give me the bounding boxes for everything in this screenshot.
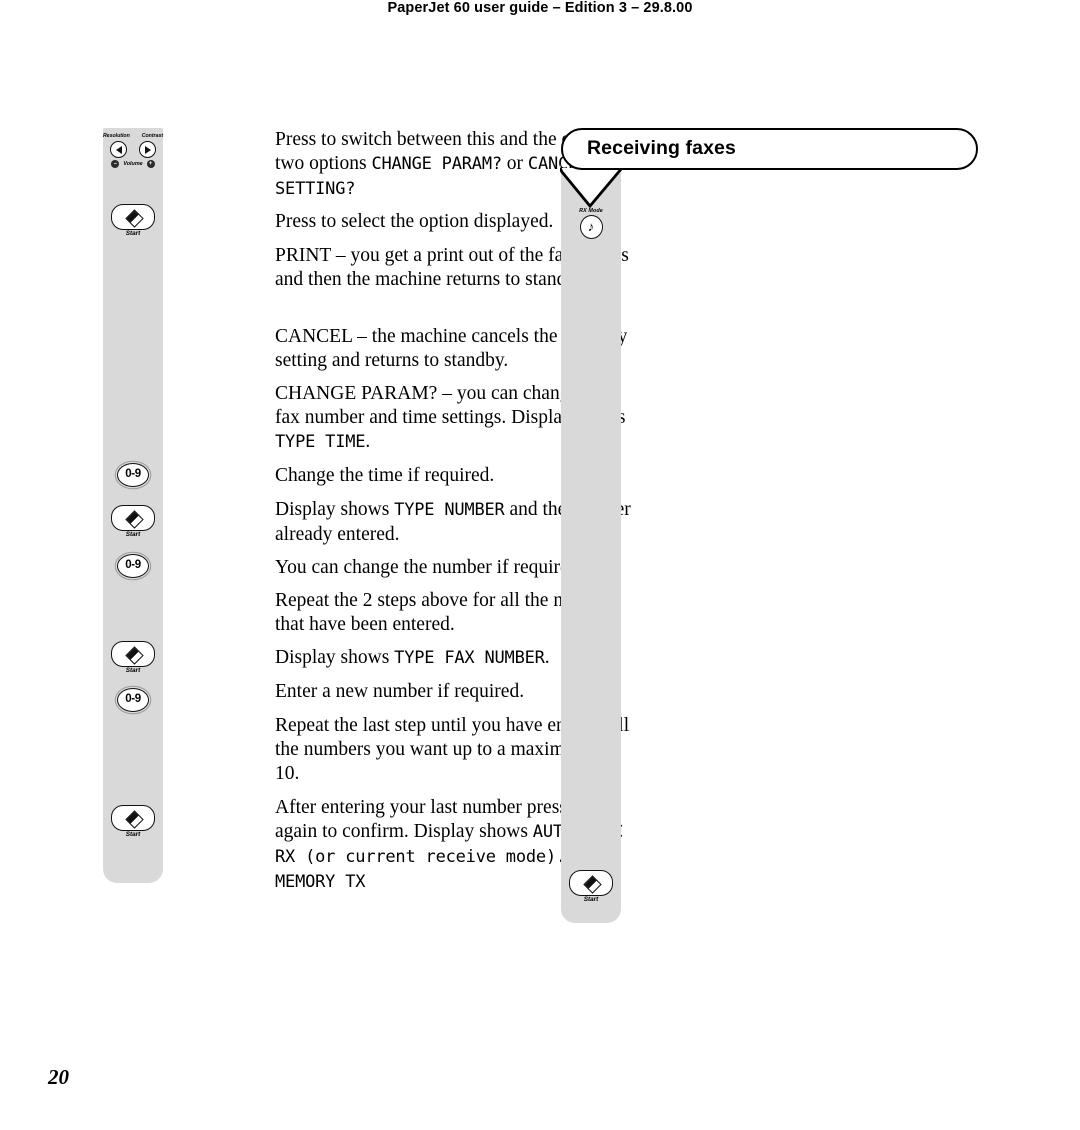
icon-start-button-2[interactable]: Start — [103, 505, 163, 539]
icon-rx-mode-button[interactable]: RX Mode ♪ — [561, 208, 621, 239]
start-label: Start — [125, 531, 141, 538]
run-text: Enter a new number if required. — [275, 681, 525, 702]
arrow-left-icon[interactable] — [110, 141, 127, 158]
keypad-icon[interactable]: 0-9 — [117, 463, 149, 487]
section-heading: Receiving faxes — [587, 137, 736, 159]
run-text: Display shows — [275, 499, 395, 520]
rx-mode-icon[interactable]: ♪ — [579, 215, 603, 239]
page-number: 20 — [48, 1065, 69, 1089]
icon-start-button-right[interactable]: Start — [561, 870, 621, 904]
run-text: After entering your last number press — [275, 797, 572, 818]
lcd-run: CHANGE PARAM? — [371, 153, 502, 174]
lcd-run: (or current receive mode). — [295, 846, 567, 867]
start-label: Start — [583, 896, 599, 903]
icon-resolution-contrast-volume[interactable]: Resolution Contrast – Volume + — [103, 131, 163, 168]
rx-mode-label: RX Mode — [579, 208, 603, 214]
run-text: You can change the number if required. — [275, 557, 584, 578]
volume-plus-icon[interactable]: + — [146, 160, 155, 168]
run-text: Press to select the option displayed. — [275, 211, 554, 232]
lcd-run: TYPE FAX NUMBER — [394, 648, 545, 668]
run-text: Display shows — [275, 647, 395, 668]
keypad-label: 0-9 — [125, 468, 141, 481]
start-icon[interactable] — [111, 641, 155, 667]
icon-start-button-4[interactable]: Start — [103, 805, 163, 839]
icon-start-button[interactable]: Start — [103, 204, 163, 238]
section-callout: Receiving faxes — [560, 128, 978, 209]
run-text: . — [365, 430, 371, 452]
keypad-label: 0-9 — [125, 559, 141, 572]
icon-keypad-button-2[interactable]: 0-9 — [103, 554, 163, 578]
run-text: or — [501, 152, 528, 174]
volume-label: Volume — [123, 161, 143, 167]
start-icon[interactable] — [569, 870, 613, 896]
keypad-icon[interactable]: 0-9 — [117, 688, 149, 712]
contrast-label: Contrast — [141, 133, 164, 139]
icon-start-button-3[interactable]: Start — [103, 641, 163, 675]
keypad-icon[interactable]: 0-9 — [117, 554, 149, 578]
arrow-right-icon[interactable] — [139, 141, 156, 158]
start-label: Start — [125, 230, 141, 237]
run-text: again to confirm. Display shows — [275, 820, 533, 842]
start-label: Start — [125, 667, 141, 674]
keypad-label: 0-9 — [125, 693, 141, 706]
icon-keypad-button-1[interactable]: 0-9 — [103, 463, 163, 487]
icon-keypad-button-3[interactable]: 0-9 — [103, 688, 163, 712]
right-icon-rail — [561, 170, 621, 923]
run-text: . — [544, 647, 550, 668]
start-icon[interactable] — [111, 204, 155, 230]
resolution-label: Resolution — [102, 133, 130, 139]
run-text: Change the time if required. — [275, 465, 495, 486]
start-icon[interactable] — [111, 505, 155, 531]
running-header: PaperJet 60 user guide – Edition 3 – 29.… — [387, 0, 693, 16]
lcd-run: TYPE TIME — [275, 431, 366, 452]
start-icon[interactable] — [111, 805, 155, 831]
lcd-run: MEMORY TX — [275, 871, 366, 892]
lcd-run: TYPE NUMBER — [394, 500, 505, 520]
volume-minus-icon[interactable]: – — [111, 160, 120, 168]
start-label: Start — [125, 831, 141, 838]
music-note-glyph: ♪ — [587, 219, 595, 234]
